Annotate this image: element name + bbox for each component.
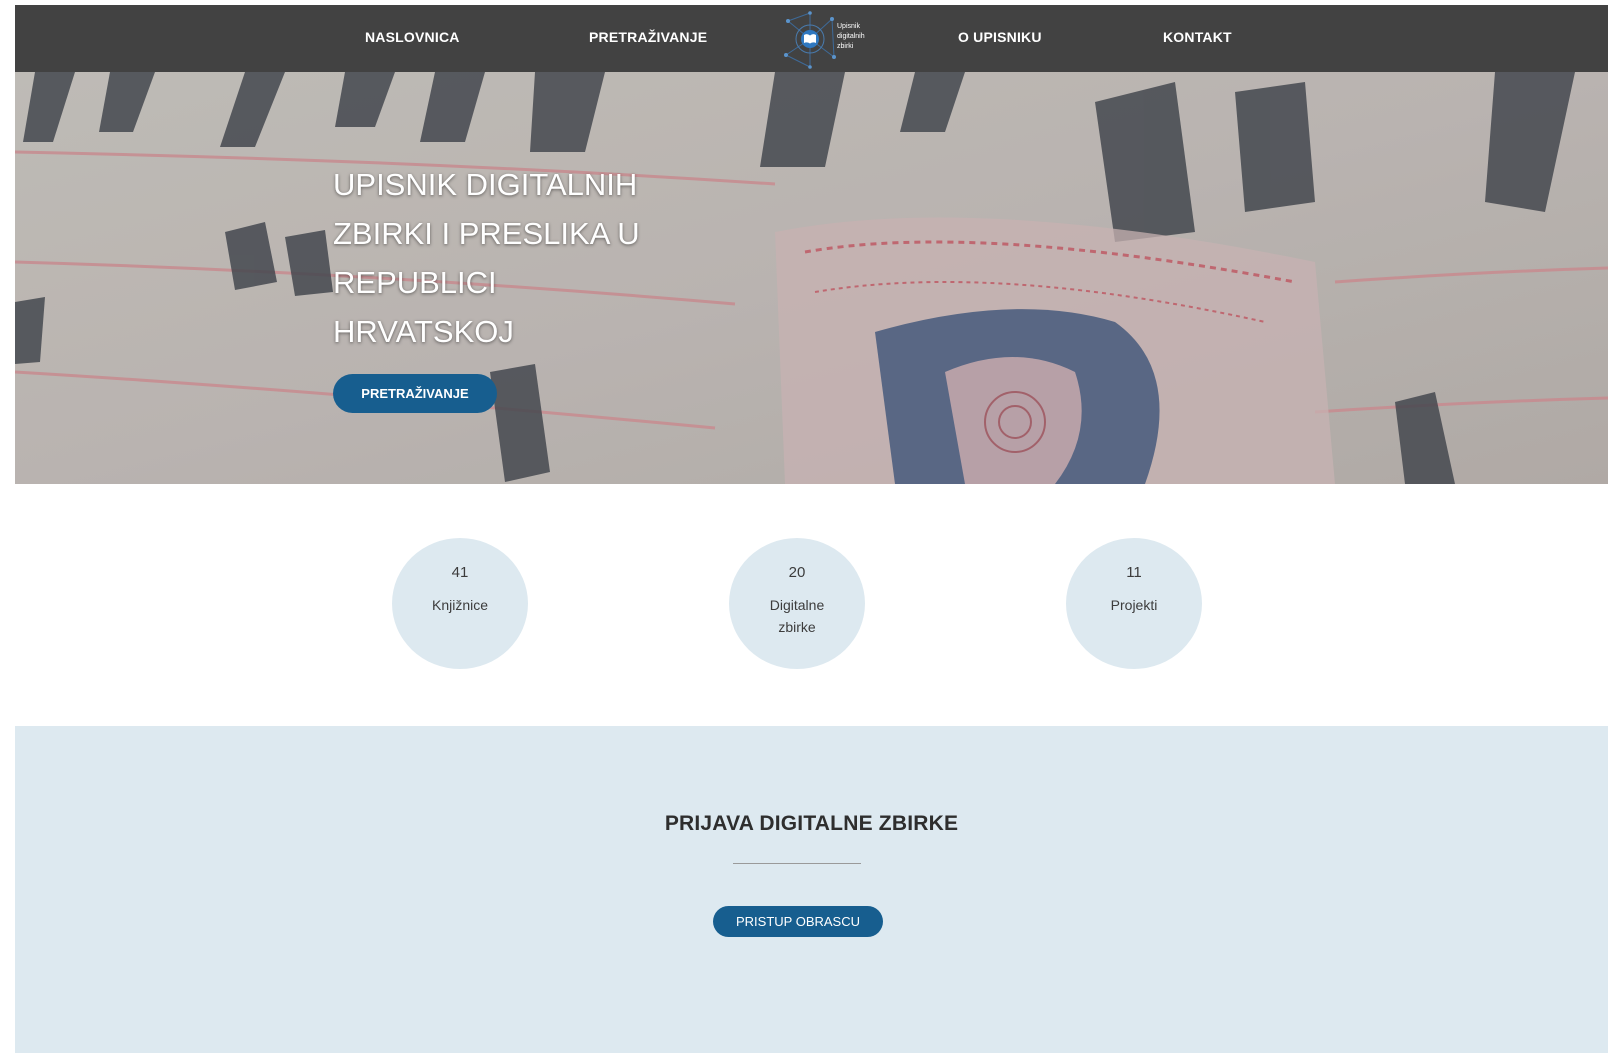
form-access-button[interactable]: PRISTUP OBRASCU [713,906,883,937]
logo-text-line: Upisnik [837,23,860,30]
nav-item-naslovnica[interactable]: NASLOVNICA [365,25,460,49]
stat-digital-collections: 20 Digitalne zbirke [729,538,865,669]
hero-title: UPISNIK DIGITALNIH ZBIRKI I PRESLIKA U R… [333,160,673,356]
hero-title-line: REPUBLICI [333,265,497,300]
stat-projects: 11 Projekti [1066,538,1202,669]
manuscript-background-image [15,72,1608,484]
hero-search-button[interactable]: PRETRAŽIVANJE [333,374,497,413]
stat-label: Digitalne zbirke [769,597,825,635]
nav-item-pretrazivanje[interactable]: PRETRAŽIVANJE [589,25,707,49]
hero-banner: UPISNIK DIGITALNIH ZBIRKI I PRESLIKA U R… [15,72,1608,484]
nav-item-kontakt[interactable]: KONTAKT [1163,25,1232,49]
stat-label: Projekti [1110,597,1158,613]
hero-title-line: ZBIRKI I PRESLIKA U [333,216,640,251]
stat-libraries: 41 Knjižnice [392,538,528,669]
stat-value: 11 [1126,564,1142,581]
stat-value: 20 [788,564,806,581]
register-collection-section: PRIJAVA DIGITALNE ZBIRKE PRISTUP OBRASCU [15,726,1608,1053]
stat-label: Knjižnice [431,597,489,613]
page: NASLOVNICA PRETRAŽIVANJE Upisnik digital… [15,5,1608,1053]
stat-value: 41 [451,564,469,581]
register-title: PRIJAVA DIGITALNE ZBIRKE [664,812,959,835]
open-book-icon [804,34,816,44]
top-navigation: NASLOVNICA PRETRAŽIVANJE Upisnik digital… [15,5,1608,72]
nav-item-o-upisniku[interactable]: O UPISNIKU [958,25,1042,49]
hero-title-line: HRVATSKOJ [333,314,514,349]
section-divider [733,863,861,864]
site-logo[interactable]: Upisnik digitalnih zbirki [780,11,920,69]
hero-title-line: UPISNIK DIGITALNIH [333,167,638,202]
logo-text: Upisnik digitalnih zbirki [837,22,907,52]
logo-text-line: digitalnih [837,33,865,40]
logo-text-line: zbirki [837,43,854,50]
